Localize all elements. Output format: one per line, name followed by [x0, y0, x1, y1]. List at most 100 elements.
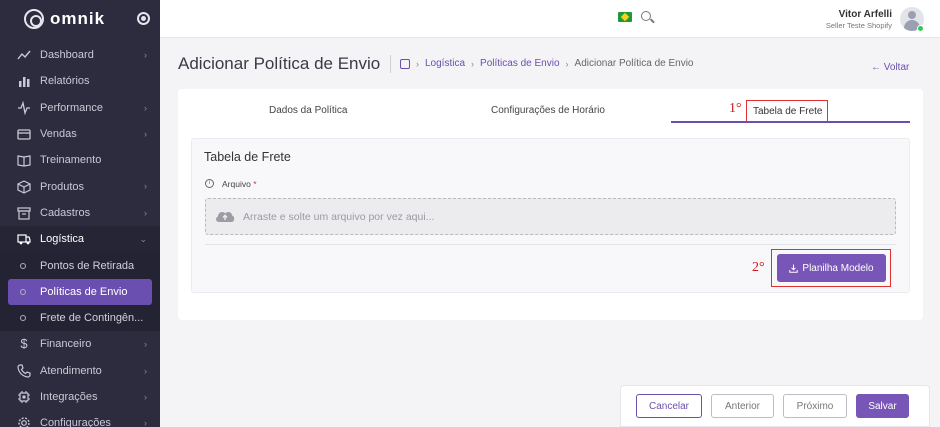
- sidebar-item-treinamento[interactable]: Treinamento: [0, 147, 160, 173]
- sidebar-item-label: Vendas: [40, 128, 77, 141]
- info-icon[interactable]: i: [205, 179, 214, 188]
- save-button[interactable]: Salvar: [856, 394, 909, 418]
- sidebar-item-performance[interactable]: Performance ›: [0, 95, 160, 121]
- chevron-right-icon: ›: [144, 365, 147, 376]
- tab-dados-da-politica[interactable]: Dados da Política: [269, 105, 347, 116]
- sidebar-item-label: Treinamento: [40, 154, 102, 167]
- annotation-step-1: 1°: [729, 101, 742, 116]
- sidebar-item-label: Integrações: [40, 391, 98, 403]
- arrow-left-icon: ←: [871, 62, 884, 73]
- chevron-right-icon: ›: [144, 181, 147, 192]
- breadcrumb-logistica[interactable]: Logística: [425, 58, 465, 69]
- previous-button[interactable]: Anterior: [711, 394, 774, 418]
- divider: [205, 244, 896, 245]
- dollar-icon: $: [20, 336, 28, 352]
- sidebar-item-label: Produtos: [40, 180, 85, 193]
- sidebar-item-label: Atendimento: [40, 364, 102, 377]
- omnik-logo-icon: [24, 9, 44, 29]
- chevron-right-icon: ›: [144, 50, 147, 60]
- chevron-right-icon: ›: [416, 58, 419, 69]
- sidebar-subitem-pontos-de-retirada[interactable]: Pontos de Retirada: [0, 252, 160, 278]
- book-icon: [17, 155, 31, 167]
- sidebar-item-produtos[interactable]: Produtos ›: [0, 173, 160, 199]
- download-template-label: Planilha Modelo: [802, 262, 874, 274]
- sidebar-menu: Dashboard › Relatórios Performance › Ven…: [0, 42, 160, 427]
- phone-icon: [17, 364, 31, 378]
- card-icon: [17, 129, 31, 140]
- user-name: Vitor Arfelli: [838, 9, 892, 20]
- breadcrumb-current: Adicionar Política de Envio: [574, 58, 694, 69]
- sidebar-item-relatorios[interactable]: Relatórios: [0, 68, 160, 94]
- breadcrumb: › Logística › Políticas de Envio › Adici…: [400, 58, 694, 69]
- circle-icon: [20, 315, 26, 322]
- back-label: Voltar: [883, 62, 910, 73]
- sidebar-item-label: Cadastros: [40, 206, 91, 219]
- online-status-icon: [917, 25, 924, 32]
- download-icon: [789, 264, 799, 273]
- top-bar: [160, 0, 940, 38]
- field-label-arquivo: Arquivo *: [222, 179, 257, 189]
- download-template-button[interactable]: Planilha Modelo: [777, 254, 886, 282]
- next-button[interactable]: Próximo: [783, 394, 847, 418]
- sidebar-subitem-label: Frete de Contingên...: [40, 312, 144, 325]
- user-role: Seller Teste Shopify: [825, 21, 892, 30]
- logistica-submenu: Pontos de Retirada Políticas de Envio Fr…: [0, 252, 160, 332]
- cancel-button[interactable]: Cancelar: [636, 394, 702, 418]
- sidebar-item-atendimento[interactable]: Atendimento ›: [0, 358, 160, 384]
- sidebar-subitem-frete-de-contingencia[interactable]: Frete de Contingên...: [0, 305, 160, 331]
- box-icon: [17, 179, 31, 194]
- logo-bar: omnik: [0, 0, 160, 38]
- sidebar-item-configuracoes[interactable]: Configurações ›: [0, 410, 160, 427]
- sidebar-item-label: Dashboard: [40, 49, 94, 62]
- field-label-text: Arquivo: [222, 179, 251, 189]
- gear-icon: [18, 417, 30, 427]
- sidebar-item-label: Financeiro: [40, 338, 92, 351]
- sidebar-item-logistica[interactable]: Logística ⌄: [0, 226, 160, 253]
- sidebar-item-integracoes[interactable]: Integrações ›: [0, 384, 160, 410]
- chevron-right-icon: ›: [144, 128, 147, 139]
- sidebar-item-vendas[interactable]: Vendas ›: [0, 121, 160, 147]
- archive-icon: [17, 207, 31, 220]
- chevron-right-icon: ›: [144, 391, 147, 402]
- sidebar: omnik Dashboard › Relatórios Performance…: [0, 0, 160, 427]
- sidebar-item-label: Relatórios: [40, 75, 90, 88]
- chevron-right-icon: ›: [144, 207, 147, 218]
- brazil-flag-icon[interactable]: [618, 12, 632, 22]
- chevron-right-icon: ›: [565, 58, 569, 69]
- brand-name: omnik: [50, 9, 106, 28]
- tab-configuracoes-de-horario[interactable]: Configurações de Horário: [491, 105, 605, 116]
- chevron-right-icon: ›: [144, 102, 147, 113]
- annotation-step-2: 2°: [752, 260, 765, 275]
- search-icon[interactable]: [641, 11, 651, 21]
- dropzone-text: Arraste e solte um arquivo por vez aqui.…: [243, 211, 435, 223]
- back-link[interactable]: ← Voltar: [871, 62, 909, 73]
- circle-icon: [20, 262, 26, 269]
- trend-icon: [17, 50, 31, 60]
- required-mark: *: [253, 179, 257, 189]
- bar-chart-icon: [19, 77, 30, 88]
- sidebar-subitem-label: Pontos de Retirada: [40, 259, 135, 272]
- home-icon[interactable]: [400, 58, 410, 69]
- chevron-right-icon: ›: [144, 339, 147, 350]
- sidebar-item-cadastros[interactable]: Cadastros ›: [0, 200, 160, 226]
- sidebar-toggle-icon[interactable]: [137, 12, 150, 25]
- breadcrumb-politicas-de-envio[interactable]: Políticas de Envio: [480, 58, 560, 69]
- chevron-right-icon: ›: [471, 58, 475, 69]
- chevron-down-icon: ⌄: [139, 234, 147, 245]
- sidebar-item-label: Configurações: [40, 417, 111, 427]
- chip-icon: [18, 391, 30, 403]
- sidebar-item-financeiro[interactable]: $ Financeiro ›: [0, 331, 160, 357]
- sidebar-subitem-label: Políticas de Envio: [40, 285, 128, 298]
- sidebar-item-label: Performance: [40, 101, 103, 114]
- chevron-right-icon: ›: [144, 418, 147, 427]
- sidebar-subitem-politicas-de-envio[interactable]: Políticas de Envio: [8, 278, 152, 305]
- sidebar-item-label: Logística: [40, 233, 85, 246]
- sidebar-item-dashboard[interactable]: Dashboard ›: [0, 42, 160, 68]
- circle-icon: [20, 288, 26, 295]
- tab-tabela-de-frete[interactable]: Tabela de Frete: [753, 106, 823, 117]
- pulse-icon: [18, 100, 30, 115]
- title-divider: [390, 55, 391, 73]
- cloud-upload-icon: [216, 211, 235, 222]
- panel-title: Tabela de Frete: [204, 150, 291, 164]
- truck-icon: [17, 234, 31, 245]
